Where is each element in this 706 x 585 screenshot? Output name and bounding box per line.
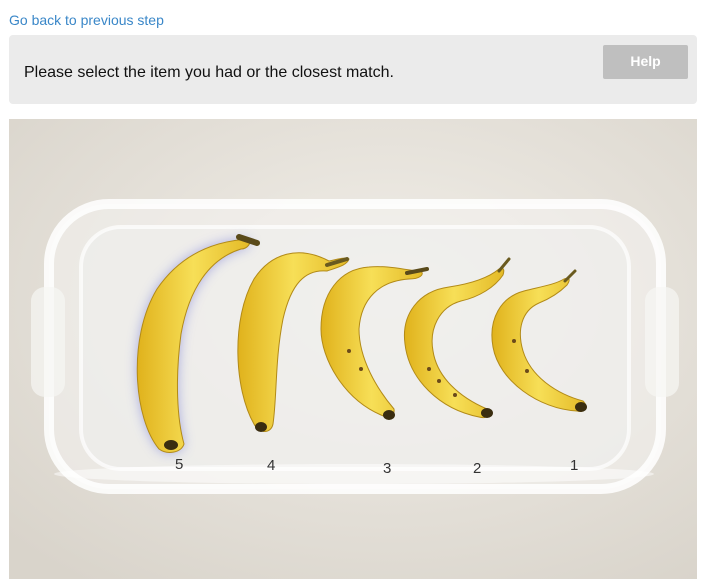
back-link[interactable]: Go back to previous step — [9, 11, 164, 29]
size-label-4: 4 — [267, 457, 275, 474]
help-button[interactable]: Help — [603, 45, 688, 79]
size-label-2: 2 — [473, 460, 481, 477]
prompt-text: Please select the item you had or the cl… — [24, 64, 394, 81]
size-label-5: 5 — [175, 456, 183, 473]
size-label-1: 1 — [570, 457, 578, 474]
banana-size-photo[interactable]: 5 4 3 2 1 — [9, 119, 697, 579]
size-label-3: 3 — [383, 460, 391, 477]
prompt-panel: Please select the item you had or the cl… — [9, 35, 697, 104]
